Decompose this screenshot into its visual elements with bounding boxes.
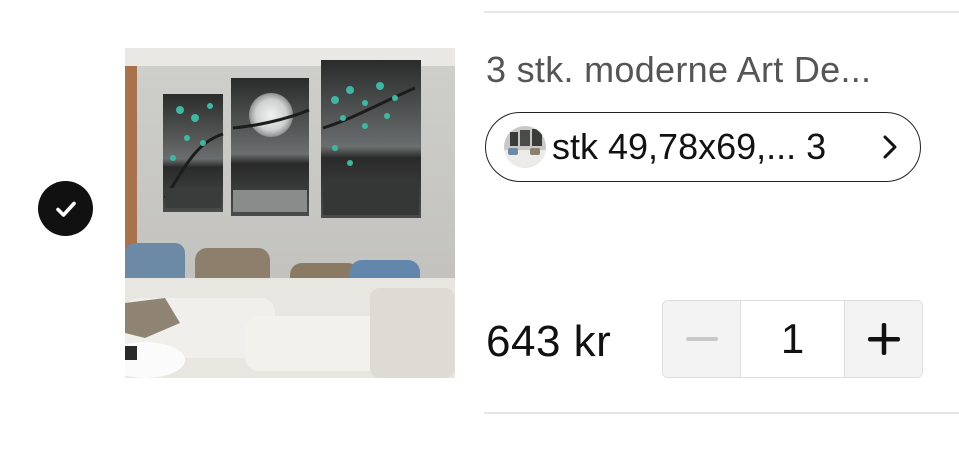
minus-icon: [685, 337, 718, 341]
divider-top: [484, 11, 959, 13]
product-title[interactable]: 3 stk. moderne Art De...: [486, 48, 926, 92]
item-price: 643 kr: [486, 317, 612, 366]
chevron-right-icon: [882, 134, 898, 160]
variant-label: stk 49,78x69,... 3: [552, 126, 827, 167]
product-photo: [125, 48, 455, 378]
cart-item-row: 3 stk. moderne Art De... stk 49,78x69,..…: [0, 0, 959, 450]
divider-bottom: [484, 412, 959, 414]
check-icon: [55, 201, 76, 217]
item-select-checkbox[interactable]: [38, 181, 93, 236]
variant-thumbnail: [504, 126, 546, 168]
decrement-button[interactable]: [663, 301, 741, 377]
increment-button[interactable]: [844, 301, 922, 377]
variant-selector[interactable]: stk 49,78x69,... 3: [485, 112, 921, 182]
quantity-stepper: 1: [662, 300, 923, 378]
product-image[interactable]: [125, 48, 455, 378]
quantity-value[interactable]: 1: [741, 301, 844, 377]
plus-icon: [867, 323, 900, 355]
